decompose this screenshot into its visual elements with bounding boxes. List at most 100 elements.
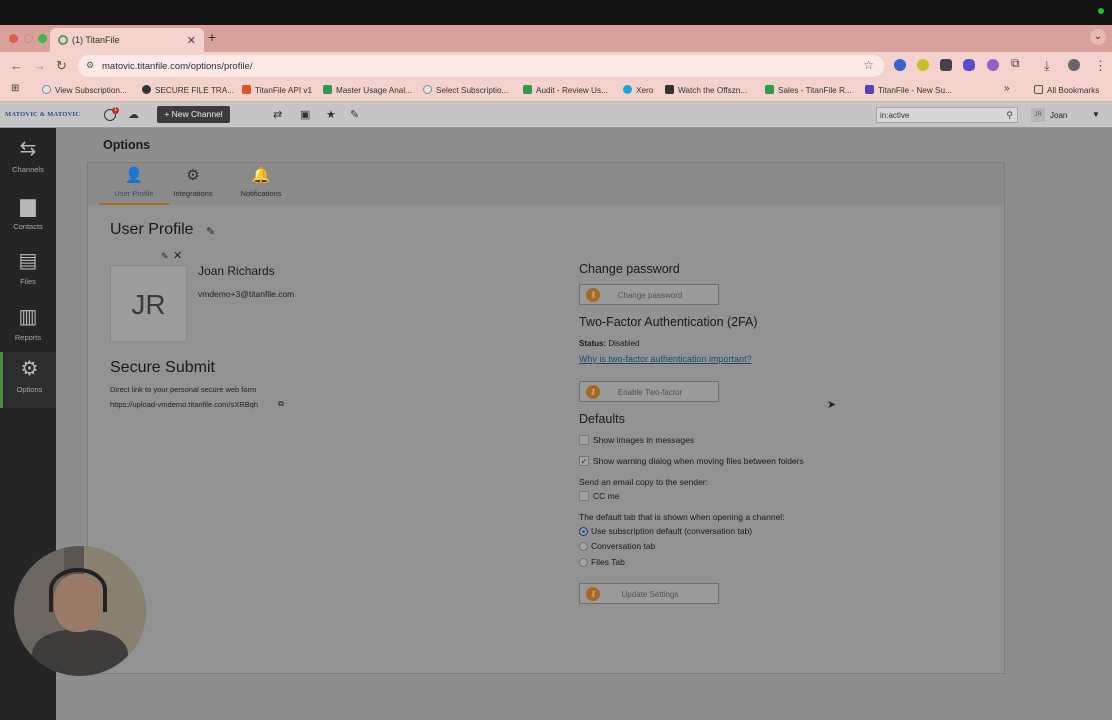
browser-tab-titanfile[interactable]: (1) TitanFile ✕ [50, 28, 204, 52]
bookmark-item[interactable]: Audit - Review Us... [523, 85, 608, 95]
pencil-icon[interactable]: ✎ [206, 225, 215, 238]
show-warning-label[interactable]: Show warning dialog when moving files be… [593, 456, 804, 466]
sidebar-item-channels[interactable]: ⇆ Channels [0, 132, 56, 184]
minimize-window-button[interactable] [24, 34, 33, 43]
download-icon[interactable]: ⤓ [1044, 58, 1050, 74]
user-email: vmdemo+3@titanfile.com [198, 289, 295, 299]
change-password-button[interactable]: ⚷ Change password [579, 284, 719, 305]
sidebar-item-reports[interactable]: ▥ Reports [0, 300, 56, 352]
bell-icon: 🔔 [251, 167, 271, 184]
twofa-info-link[interactable]: Why is two-factor authentication importa… [579, 354, 752, 364]
sidebar-item-contacts[interactable]: ▆ Contacts [0, 189, 56, 241]
webcam-overlay [14, 546, 146, 676]
close-tab-icon[interactable]: ✕ [187, 34, 196, 47]
radio-files-tab[interactable] [579, 558, 588, 567]
bookmark-item[interactable]: Watch the Offszn... [665, 85, 747, 95]
radio-subscription-default[interactable] [579, 527, 588, 536]
maximize-window-button[interactable] [38, 34, 47, 43]
show-images-checkbox[interactable] [579, 435, 589, 445]
reload-icon[interactable]: ↻ [56, 58, 67, 74]
extension-sun-icon[interactable] [917, 59, 929, 71]
forms-icon [865, 85, 874, 94]
all-bookmarks-button[interactable]: All Bookmarks [1034, 85, 1099, 95]
show-images-label[interactable]: Show images in messages [593, 435, 694, 445]
cc-me-label[interactable]: CC me [593, 491, 619, 501]
avatar[interactable]: JR [1031, 108, 1045, 122]
show-warning-checkbox[interactable]: ✓ [579, 456, 589, 466]
enable-two-factor-button[interactable]: ⚷ Enable Two-factor [579, 381, 719, 402]
extension-zoom-icon[interactable] [894, 59, 906, 71]
api-icon [242, 85, 251, 94]
folder-icon [1034, 85, 1043, 94]
mouse-cursor-icon: ➤ [827, 399, 837, 411]
defaults-heading: Defaults [579, 412, 625, 426]
star-icon[interactable]: ★ [326, 108, 336, 121]
tab-integrations[interactable]: ⚙ Integrations [158, 167, 228, 198]
update-settings-button[interactable]: ⚷ Update Settings [579, 583, 719, 604]
user-profile-heading: User Profile [110, 221, 194, 238]
sheets-icon [765, 85, 774, 94]
apps-grid-icon[interactable]: ⊞ [11, 83, 19, 94]
bookmark-item[interactable]: TitanFile API v1 [242, 85, 312, 95]
secure-submit-link[interactable]: https://upload-vmdemo.titanfile.com/sXRB… [110, 400, 258, 409]
sheets-icon [523, 85, 532, 94]
search-input[interactable]: in:active ⚲ [876, 107, 1018, 123]
bookmark-item[interactable]: TitanFile - New Su... [865, 85, 952, 95]
copy-icon[interactable]: ⧉ [278, 399, 284, 409]
extension-badge-icon[interactable] [987, 59, 999, 71]
new-tab-button[interactable]: + [208, 29, 216, 45]
site-settings-icon[interactable]: ⚙ [86, 60, 94, 71]
bookmarks-bar: ⊞ View Subscription... SECURE FILE TRA..… [0, 80, 1112, 102]
file-icon: ▤ [18, 250, 38, 272]
browser-menu-icon[interactable]: ⋮ [1094, 58, 1107, 74]
sidebar-item-files[interactable]: ▤ Files [0, 244, 56, 296]
more-bookmarks-icon[interactable]: » [1004, 83, 1010, 94]
caret-down-icon[interactable]: ▼ [1092, 110, 1100, 119]
profile-avatar-icon[interactable] [1068, 59, 1080, 71]
bookmark-item[interactable]: SECURE FILE TRA... [142, 85, 234, 95]
back-arrow-icon[interactable]: ← [10, 58, 23, 73]
compose-icon[interactable]: ✎ [350, 108, 359, 121]
options-panel: 👤 User Profile ⚙ Integrations 🔔 Notifica… [87, 162, 1005, 674]
url-text: matovic.titanfile.com/options/profile/ [102, 61, 253, 72]
bookmark-star-icon[interactable]: ☆ [863, 58, 874, 72]
forward-arrow-icon[interactable]: → [33, 58, 46, 73]
bookmark-item[interactable]: Master Usage Anal... [323, 85, 412, 95]
radio-conversation-tab[interactable] [579, 542, 588, 551]
cc-me-checkbox[interactable] [579, 491, 589, 501]
radio-conversation-tab-label[interactable]: Conversation tab [591, 541, 655, 551]
user-name[interactable]: Joan [1050, 111, 1067, 120]
close-window-button[interactable] [9, 34, 18, 43]
extensions-puzzle-icon[interactable]: ⧉ [1011, 56, 1023, 70]
email-copy-label: Send an email copy to the sender: [579, 477, 708, 487]
company-logo[interactable]: MATOVIC & MATOVIC [5, 111, 80, 118]
close-icon[interactable]: ✕ [173, 249, 182, 262]
briefcase-icon[interactable]: ▣ [300, 108, 310, 121]
change-password-heading: Change password [579, 262, 680, 276]
address-bar[interactable]: ⚙ matovic.titanfile.com/options/profile/… [78, 55, 884, 77]
tab-search-button[interactable]: ⌄ [1090, 29, 1106, 45]
transfer-arrows-icon[interactable]: ⇄ [273, 108, 282, 121]
radio-files-tab-label[interactable]: Files Tab [591, 557, 625, 567]
new-channel-button[interactable]: + New Channel [157, 106, 230, 123]
xero-icon [623, 85, 632, 94]
bar-chart-icon: ▥ [18, 306, 38, 328]
bookmark-item[interactable]: Sales - TitanFile R... [765, 85, 852, 95]
extension-edit-icon[interactable] [940, 59, 952, 71]
cloud-icon[interactable]: ☁ [128, 108, 139, 121]
bookmark-item[interactable]: Select Subscriptio... [423, 85, 508, 95]
tab-notifications[interactable]: 🔔 Notifications [226, 167, 296, 198]
search-icon[interactable]: ⚲ [1006, 110, 1013, 121]
video-icon [665, 85, 674, 94]
bookmark-item[interactable]: Xero [623, 85, 653, 95]
page-title: Options [103, 138, 151, 152]
sidebar-item-options[interactable]: ⚙ Options [0, 352, 56, 408]
titanfile-app: MATOVIC & MATOVIC 1 ☁ + New Channel ⇄ ▣ … [0, 102, 1112, 720]
avatar[interactable]: JR [110, 265, 187, 342]
notification-badge: 1 [112, 107, 119, 114]
extension-shield-icon[interactable] [963, 59, 975, 71]
bookmark-item[interactable]: View Subscription... [42, 85, 127, 95]
pencil-icon[interactable]: ✎ [161, 251, 169, 262]
os-menu-bar [0, 0, 1112, 25]
radio-subscription-default-label[interactable]: Use subscription default (conversation t… [591, 526, 752, 536]
